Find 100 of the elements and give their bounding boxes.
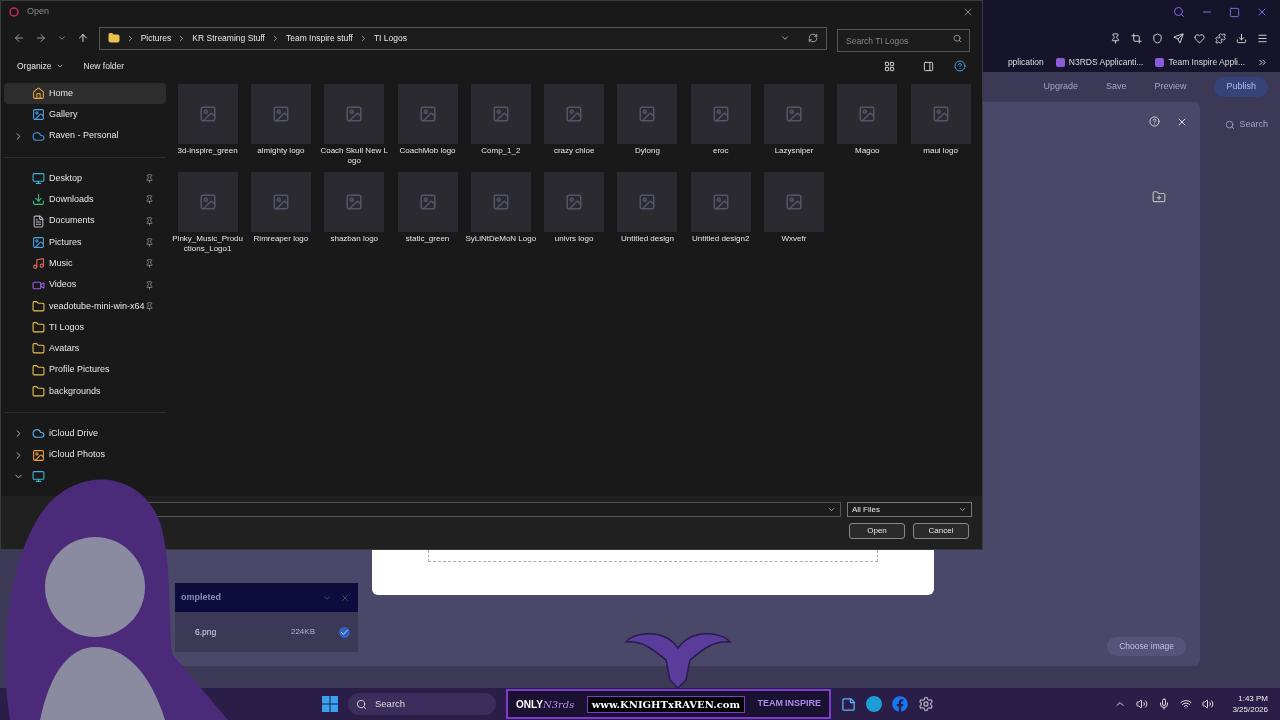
heart-icon[interactable] <box>1194 32 1205 44</box>
header-button[interactable]: Publish <box>1214 77 1268 97</box>
close-icon[interactable] <box>962 6 974 18</box>
file-item[interactable]: maui logo <box>903 84 978 172</box>
sidebar-item[interactable]: Documents <box>4 210 166 232</box>
dropdown-icon[interactable] <box>780 33 791 43</box>
file-type-select[interactable]: All Files <box>847 502 972 517</box>
microphone-icon[interactable] <box>1158 698 1171 710</box>
search-icon[interactable] <box>1173 6 1185 18</box>
sidebar-item[interactable]: Music <box>4 253 166 275</box>
refresh-icon[interactable] <box>808 33 819 43</box>
sidebar-label: Pictures <box>49 235 83 249</box>
sidebar-item[interactable]: iCloud Photos <box>4 444 166 466</box>
image-icon <box>785 193 803 211</box>
file-item[interactable]: Coach Skull New Logo <box>317 84 391 172</box>
file-item[interactable]: Pinky_Music_Productions_Logo1 <box>171 172 245 260</box>
sidebar-label: Music <box>49 256 74 270</box>
file-item[interactable]: eroc <box>684 84 758 172</box>
music-icon <box>32 257 45 271</box>
file-name-field[interactable] <box>148 502 841 517</box>
file-item[interactable]: crazy chloe <box>537 84 611 172</box>
taskbar-search[interactable]: Search <box>348 693 496 715</box>
breadcrumb-item[interactable]: KR Streaming Stuff <box>192 31 265 45</box>
file-item[interactable]: almighty logo <box>244 84 318 172</box>
folder-icon <box>32 299 45 313</box>
app-icon[interactable] <box>866 696 882 712</box>
sidebar-item[interactable]: Desktop <box>4 167 166 190</box>
file-item[interactable]: Rimreaper logo <box>244 172 318 260</box>
sidebar-item[interactable]: TI Logos <box>4 316 166 339</box>
bookmark[interactable]: pplication <box>1007 55 1044 69</box>
volume-icon[interactable] <box>1202 698 1215 710</box>
image-icon <box>931 105 950 123</box>
maximize-icon[interactable] <box>1229 6 1240 18</box>
file-item[interactable]: static_green <box>390 172 465 260</box>
download-icon[interactable] <box>1236 32 1247 44</box>
file-item[interactable]: Untitled design <box>610 172 685 260</box>
file-item[interactable]: univrs logo <box>537 172 611 260</box>
sidebar-item[interactable]: Home <box>4 83 166 105</box>
menu-icon[interactable] <box>1257 32 1268 44</box>
open-button[interactable]: Open <box>849 523 905 539</box>
cancel-button[interactable]: Cancel <box>913 523 969 539</box>
pin-icon[interactable] <box>1110 32 1121 44</box>
wifi-icon[interactable] <box>1180 698 1193 710</box>
file-item[interactable]: Untitled design2 <box>684 172 758 260</box>
windows-start-icon[interactable] <box>322 696 338 712</box>
file-name: 3d-inspire_green <box>176 146 239 156</box>
send-icon[interactable] <box>1173 32 1184 44</box>
breadcrumb-item[interactable]: Team Inspire stuff <box>285 31 353 45</box>
sidebar-item[interactable]: Gallery <box>4 104 166 126</box>
folder-plus-icon[interactable] <box>1152 190 1166 204</box>
facebook-icon[interactable] <box>892 696 908 712</box>
header-button[interactable]: Preview <box>1154 80 1187 94</box>
shield-icon[interactable] <box>1152 32 1163 44</box>
sidebar-item[interactable]: veadotube-mini-win-x64 <box>4 295 166 317</box>
file-item[interactable]: shazban logo <box>317 172 391 260</box>
clock[interactable]: 1:43 PM 3/25/2026 <box>1232 693 1268 715</box>
help-icon[interactable] <box>954 60 966 72</box>
sidebar-item[interactable]: Videos <box>4 274 166 296</box>
file-item[interactable]: SyLiNtDeMoN Logo <box>464 172 538 260</box>
bookmark[interactable]: N3RDS Applicanti... <box>1055 55 1144 69</box>
new-folder-button[interactable]: New folder <box>83 59 125 73</box>
sidebar-item[interactable]: backgrounds <box>4 380 166 403</box>
search-field[interactable]: Search TI Logos <box>837 29 970 52</box>
forward-icon[interactable] <box>34 32 47 44</box>
search-link[interactable]: Search <box>1225 118 1268 132</box>
preview-pane-icon[interactable] <box>923 60 934 72</box>
choose-image-button[interactable]: Choose image <box>1107 637 1186 656</box>
puzzle-icon[interactable] <box>1215 32 1226 44</box>
header-button[interactable]: Save <box>1105 80 1127 94</box>
close-icon[interactable] <box>1256 6 1268 18</box>
sidebar-item[interactable]: Downloads <box>4 189 166 211</box>
file-size: 224KB <box>290 626 315 638</box>
breadcrumb-item[interactable]: Pictures <box>140 31 172 45</box>
file-item[interactable]: Lazysniper <box>757 84 831 172</box>
file-item[interactable]: Wxvefr <box>757 172 831 260</box>
sidebar-item[interactable]: iCloud Drive <box>4 423 166 445</box>
crop-icon[interactable] <box>1131 32 1142 44</box>
sidebar-item[interactable]: Pictures <box>4 231 166 254</box>
file-item[interactable]: Comp_1_2 <box>464 84 538 172</box>
file-item[interactable]: Dylong <box>610 84 685 172</box>
back-icon[interactable] <box>13 32 25 44</box>
bookmark[interactable]: Team Inspire Appli... <box>1155 55 1245 69</box>
settings-icon[interactable] <box>918 696 934 712</box>
view-icon[interactable] <box>884 60 895 72</box>
organize-menu[interactable]: Organize <box>17 59 64 73</box>
notepad-icon[interactable] <box>841 696 856 712</box>
file-item[interactable]: Magoo <box>830 84 904 172</box>
header-button[interactable]: Upgrade <box>1043 80 1078 94</box>
close-icon[interactable] <box>1176 116 1188 128</box>
sidebar-item[interactable]: Profile Pictures <box>4 359 166 381</box>
file-item[interactable]: CoachMob logo <box>390 84 465 172</box>
speaker-icon[interactable] <box>1136 698 1149 710</box>
sidebar-item[interactable]: Avatars <box>4 338 166 360</box>
file-item[interactable]: 3d-inspire_green <box>171 84 245 172</box>
up-icon[interactable] <box>76 32 89 44</box>
history-icon[interactable] <box>56 33 67 43</box>
sidebar-item[interactable]: Raven - Personal <box>4 125 166 147</box>
address-bar[interactable]: Pictures KR Streaming Stuff Team Inspire stuff TI Logos <box>98 26 828 50</box>
dropdown-icon <box>958 505 967 514</box>
breadcrumb-item[interactable]: TI Logos <box>373 31 407 45</box>
